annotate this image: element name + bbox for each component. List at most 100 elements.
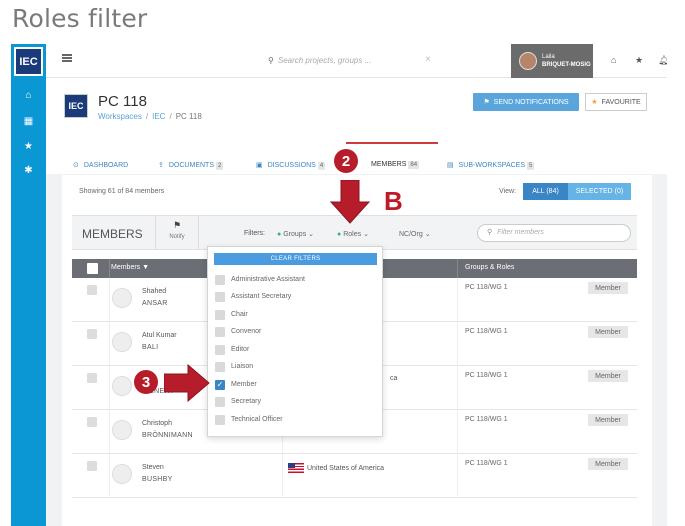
- tab-members[interactable]: MEMBERS 84: [371, 161, 420, 169]
- star-icon[interactable]: ★: [635, 55, 643, 66]
- upload-icon: ⇪: [158, 162, 164, 169]
- favourite-button[interactable]: ★ FAVOURITE: [585, 93, 647, 111]
- project-logo: IEC: [64, 94, 88, 118]
- calendar-icon[interactable]: ▦: [11, 116, 46, 127]
- top-bar: ⚲ Search projects, groups ... × Laila BRIQ…: [46, 44, 667, 78]
- role-badge: Member: [588, 282, 628, 294]
- role-option-secretary[interactable]: Secretary: [215, 396, 375, 410]
- roles-dropdown: CLEAR FILTERS Administrative Assistant A…: [207, 246, 383, 437]
- filter-ncorg[interactable]: NC/Org ⌄: [399, 230, 431, 238]
- members-title: MEMBERS: [82, 227, 143, 241]
- left-rail: IEC ⌂ ▦ ★ ✱: [11, 44, 46, 526]
- view-all-button[interactable]: ALL (84): [523, 183, 568, 200]
- filter-roles[interactable]: ● Roles ⌄: [337, 230, 369, 238]
- role-checkbox[interactable]: [215, 415, 225, 425]
- chevron-down-icon: ⌄: [424, 231, 431, 238]
- tab-documents[interactable]: ⇪ DOCUMENTS 2: [158, 161, 224, 170]
- role-badge: Member: [588, 414, 628, 426]
- tab-dashboard[interactable]: ⊙ DASHBOARD: [73, 161, 128, 169]
- role-checkbox[interactable]: [215, 397, 225, 407]
- breadcrumb-iec[interactable]: IEC: [152, 112, 165, 121]
- role-option-editor[interactable]: Editor: [215, 344, 375, 358]
- user-avatar: [519, 52, 537, 70]
- member-group: PC 118/WG 1: [465, 328, 508, 335]
- grid-icon: ▤: [447, 162, 454, 169]
- clear-filters-button[interactable]: CLEAR FILTERS: [214, 253, 377, 265]
- view-selected-button[interactable]: SELECTED (0): [568, 183, 631, 200]
- filter-groups[interactable]: ● Groups ⌄: [277, 230, 314, 238]
- chevron-down-icon: ⌄: [363, 231, 369, 238]
- role-checkbox[interactable]: [215, 275, 225, 285]
- step-3-marker: 3: [134, 370, 158, 394]
- member-first-name: Christoph: [142, 420, 172, 427]
- members-column-header[interactable]: Members ▼: [111, 264, 149, 271]
- user-menu[interactable]: Laila BRIQUET-MOSIG: [511, 44, 593, 78]
- search-icon: ⚲: [487, 229, 493, 236]
- table-row: Steven BUSHBY United States of America P…: [72, 454, 637, 498]
- member-last-name: BUSHBY: [142, 476, 173, 483]
- role-checkbox[interactable]: [215, 310, 225, 320]
- row-checkbox[interactable]: [87, 417, 97, 427]
- chevron-down-icon: ⌄: [308, 231, 315, 238]
- dashboard-icon: ⊙: [73, 162, 79, 169]
- filters-label: Filters:: [244, 230, 265, 237]
- tab-sub-workspaces[interactable]: ▤ SUB-WORKSPACES 5: [447, 161, 535, 170]
- iec-logo[interactable]: IEC: [14, 47, 43, 76]
- filter-members-input[interactable]: ⚲ Filter members: [477, 224, 631, 242]
- annotation-letter: B: [384, 186, 403, 216]
- active-tab-indicator: [346, 142, 438, 144]
- member-first-name: Shahed: [142, 288, 167, 295]
- role-checkbox[interactable]: [215, 345, 225, 355]
- search-clear-icon[interactable]: ×: [425, 54, 431, 65]
- arrow-right-icon: [164, 364, 210, 402]
- member-country: ca: [390, 375, 398, 382]
- role-option-technical-officer[interactable]: Technical Officer: [215, 414, 375, 428]
- home-icon[interactable]: ⌂: [611, 55, 616, 65]
- role-checkbox[interactable]: [215, 362, 225, 372]
- flag-icon: ⚑: [483, 99, 490, 106]
- role-option-chair[interactable]: Chair: [215, 309, 375, 323]
- send-notifications-button[interactable]: ⚑ SEND NOTIFICATIONS: [473, 93, 579, 111]
- role-checkbox[interactable]: [215, 327, 225, 337]
- gear-icon[interactable]: ✱: [11, 165, 46, 176]
- check-icon[interactable]: ✓: [215, 380, 225, 390]
- role-checkbox[interactable]: [215, 292, 225, 302]
- row-checkbox[interactable]: [87, 373, 97, 383]
- row-checkbox[interactable]: [87, 461, 97, 471]
- menu-icon[interactable]: [62, 54, 72, 62]
- member-group: PC 118/WG 1: [465, 416, 508, 423]
- row-checkbox[interactable]: [87, 285, 97, 295]
- breadcrumb-current: PC 118: [175, 112, 202, 121]
- breadcrumb: Workspaces / IEC / PC 118: [98, 112, 202, 121]
- role-option-administrative-assistant[interactable]: Administrative Assistant: [215, 274, 375, 288]
- home-icon[interactable]: ⌂: [11, 90, 46, 101]
- role-option-member[interactable]: ✓ Member: [215, 379, 375, 393]
- role-badge: Member: [588, 458, 628, 470]
- role-option-liaison[interactable]: Liaison: [215, 361, 375, 375]
- us-flag-icon: [288, 463, 304, 473]
- row-checkbox[interactable]: [87, 329, 97, 339]
- view-label: View:: [499, 188, 516, 195]
- select-all-checkbox[interactable]: [87, 263, 98, 274]
- bell-icon[interactable]: 🔔︎: [658, 55, 667, 66]
- members-count: Showing 61 of 84 members: [79, 188, 165, 195]
- star-icon[interactable]: ★: [11, 141, 46, 152]
- user-name: Laila BRIQUET-MOSIG: [542, 54, 591, 68]
- global-search[interactable]: ⚲ Search projects, groups ...: [268, 56, 371, 65]
- role-option-assistant-secretary[interactable]: Assistant Secretary: [215, 291, 375, 305]
- role-badge: Member: [588, 326, 628, 338]
- tab-discussions[interactable]: ▣ DISCUSSIONS 4: [256, 161, 326, 170]
- global-search-placeholder: Search projects, groups ...: [277, 56, 372, 65]
- member-last-name: BALI: [142, 344, 159, 351]
- search-icon: ⚲: [268, 56, 274, 65]
- step-2-marker: 2: [334, 149, 358, 173]
- member-first-name: Steven: [142, 464, 164, 471]
- member-group: PC 118/WG 1: [465, 372, 508, 379]
- breadcrumb-workspaces[interactable]: Workspaces: [98, 112, 142, 121]
- role-badge: Member: [588, 370, 628, 382]
- avatar: [112, 288, 132, 308]
- role-option-convenor[interactable]: Convenor: [215, 326, 375, 340]
- avatar: [112, 376, 132, 396]
- notify-button[interactable]: ⚑ Notify: [155, 216, 199, 249]
- member-last-name: ANSAR: [142, 300, 168, 307]
